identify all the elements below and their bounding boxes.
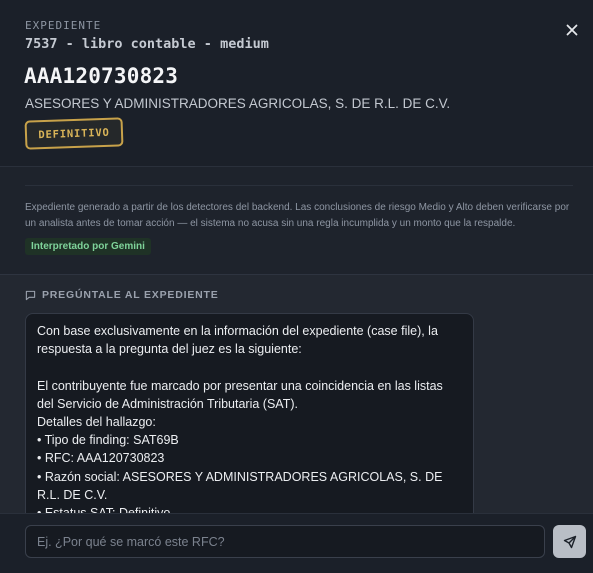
status-badge: DEFINITIVO bbox=[24, 117, 124, 150]
answer-text: Con base exclusivamente en la informació… bbox=[37, 324, 443, 520]
case-header: EXPEDIENTE 7537 - libro contable - mediu… bbox=[0, 0, 593, 167]
chat-section-title: PREGÚNTALE AL EXPEDIENTE bbox=[42, 289, 219, 301]
chat-section-label: PREGÚNTALE AL EXPEDIENTE bbox=[25, 288, 219, 302]
send-icon bbox=[563, 535, 576, 548]
composer bbox=[0, 513, 593, 573]
answer-bubble: Con base exclusivamente en la informació… bbox=[25, 313, 474, 523]
case-title: 7537 - libro contable - medium bbox=[25, 36, 269, 52]
rfc-title: AAA120730823 bbox=[24, 64, 179, 88]
summary-text: Expediente generado a partir de los dete… bbox=[25, 202, 570, 229]
close-icon bbox=[566, 24, 578, 36]
company-name: ASESORES Y ADMINISTRADORES AGRICOLAS, S.… bbox=[25, 96, 451, 111]
summary-section: Expediente generado a partir de los dete… bbox=[0, 167, 593, 274]
close-button[interactable] bbox=[562, 20, 582, 40]
interpreted-by-badge: Interpretado por Gemini bbox=[25, 238, 151, 255]
eyebrow-label: EXPEDIENTE bbox=[25, 19, 102, 32]
question-input[interactable] bbox=[25, 525, 545, 558]
send-button[interactable] bbox=[553, 525, 586, 558]
chat-section: PREGÚNTALE AL EXPEDIENTE Con base exclus… bbox=[0, 275, 593, 523]
message-square-icon bbox=[25, 290, 36, 300]
divider bbox=[25, 185, 573, 186]
